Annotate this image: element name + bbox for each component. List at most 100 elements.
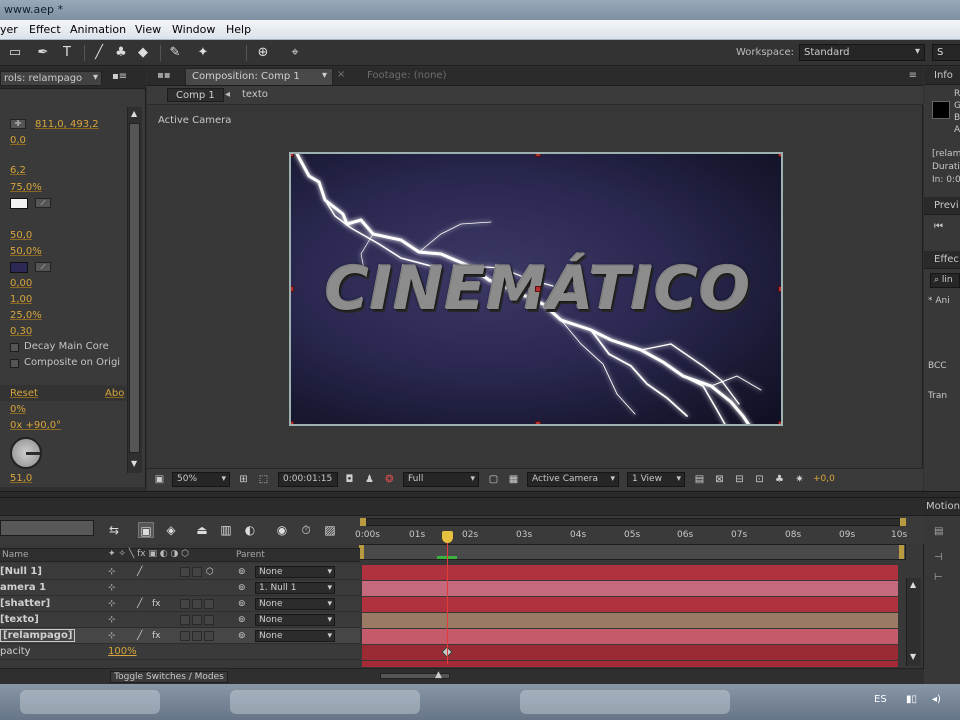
- column-parent[interactable]: Parent: [236, 550, 265, 560]
- switch-box[interactable]: [204, 631, 214, 641]
- effect-controls-scrollbar[interactable]: ▲ ▼: [127, 107, 142, 473]
- flowchart-icon[interactable]: ♣: [773, 473, 786, 486]
- rotation-dial-icon[interactable]: [10, 437, 42, 469]
- preview-tab[interactable]: Previ: [924, 197, 960, 215]
- time-navigator[interactable]: [359, 544, 906, 560]
- comp-flowchart-icon[interactable]: ⊡: [753, 473, 766, 486]
- taskbar-button[interactable]: [20, 690, 160, 714]
- switch-box[interactable]: [204, 615, 214, 625]
- layer-bar[interactable]: [362, 565, 898, 580]
- property-row[interactable]: pacity 100%: [0, 644, 360, 660]
- rotation-value[interactable]: 0x +90,0°: [10, 420, 61, 431]
- distribute-icon[interactable]: ⊢: [934, 572, 943, 583]
- zoom-select[interactable]: 50% ▾: [172, 472, 230, 487]
- layer-bar[interactable]: [362, 629, 898, 644]
- menu-animation[interactable]: Animation: [70, 23, 126, 36]
- decay-checkbox[interactable]: [10, 343, 19, 352]
- pen-tool-icon[interactable]: ✒: [34, 44, 52, 62]
- switch-box[interactable]: [180, 615, 190, 625]
- effects-search-input[interactable]: ⌕ lin: [930, 273, 960, 288]
- camera-tool-icon[interactable]: ▭: [6, 44, 24, 62]
- frame-blending-icon[interactable]: ▥: [218, 522, 234, 538]
- bbox-handle[interactable]: [535, 154, 541, 157]
- property-value[interactable]: 100%: [108, 646, 137, 657]
- bbox-handle[interactable]: [778, 286, 781, 292]
- quality-icon[interactable]: ╱: [137, 599, 142, 609]
- effects-item-animation[interactable]: * Ani: [928, 296, 950, 306]
- lock-icon[interactable]: ▪▪: [157, 70, 171, 81]
- eyedropper-icon[interactable]: ⟋: [35, 198, 51, 208]
- effects-fx-icon[interactable]: fx: [152, 631, 161, 641]
- bottom-value[interactable]: 51,0: [10, 473, 32, 484]
- taskbar-button[interactable]: [230, 690, 420, 714]
- graph-editor-icon[interactable]: ▨: [322, 522, 338, 538]
- effect-value-7[interactable]: 1,00: [10, 294, 32, 305]
- exposure-value[interactable]: +0,0: [813, 474, 835, 484]
- roto-brush-icon[interactable]: ✎: [166, 44, 184, 62]
- camera-select[interactable]: Active Camera ▾: [527, 472, 619, 487]
- quality-icon[interactable]: ╱: [137, 567, 142, 577]
- switch-box[interactable]: [192, 567, 202, 577]
- parent-select[interactable]: None ▾: [255, 598, 335, 610]
- network-icon[interactable]: ▮▯: [906, 694, 917, 705]
- switch-box[interactable]: [180, 631, 190, 641]
- glow-color-swatch[interactable]: [10, 262, 28, 273]
- pick-whip-icon[interactable]: ⊚: [238, 583, 246, 593]
- layer-row[interactable]: amera 1 ⊹ ⊚ 1. Null 1 ▾: [0, 580, 360, 596]
- switch-box[interactable]: [180, 599, 190, 609]
- scroll-up-icon[interactable]: ▲: [910, 580, 916, 589]
- effect-value-3[interactable]: 75,0%: [10, 182, 42, 193]
- panel-menu-icon[interactable]: ▪≡: [112, 71, 127, 82]
- shy-icon[interactable]: ⊹: [108, 631, 116, 641]
- bbox-handle[interactable]: [535, 286, 541, 292]
- layer-row[interactable]: [Null 1] ⊹ ╱ ⬡ ⊚ None ▾: [0, 564, 360, 580]
- menu-effect[interactable]: Effect: [29, 23, 61, 36]
- effect-value-9[interactable]: 0,30: [10, 326, 32, 337]
- mask-visibility-icon[interactable]: ⬚: [257, 473, 270, 486]
- layer-name[interactable]: [relampago]: [0, 629, 76, 642]
- puppet-pin-icon[interactable]: ✦: [194, 44, 212, 62]
- shy-icon[interactable]: ⊹: [108, 615, 116, 625]
- composition-viewer[interactable]: CINEMÁTICO: [289, 152, 783, 426]
- toggle-switches-modes-button[interactable]: Toggle Switches / Modes: [110, 671, 228, 683]
- brainstorm-icon[interactable]: ◉: [274, 522, 290, 538]
- layer-row-selected[interactable]: [relampago] ⊹ ╱ fx ⊚ None ▾: [0, 628, 360, 644]
- show-snapshot-icon[interactable]: ♟: [363, 473, 376, 486]
- shy-icon[interactable]: ⊹: [108, 567, 116, 577]
- color-channel-icon[interactable]: ❂: [383, 473, 396, 486]
- live-update-icon[interactable]: ▣: [138, 522, 154, 538]
- composition-tab[interactable]: Composition: Comp 1 ▾: [185, 68, 333, 85]
- axis-mode-icon[interactable]: ⊕: [254, 44, 272, 62]
- composite-checkbox[interactable]: [10, 359, 19, 368]
- shy-icon[interactable]: ⊹: [108, 599, 116, 609]
- stopwatch-icon[interactable]: ⏱: [298, 522, 314, 538]
- parent-select[interactable]: None ▾: [255, 566, 335, 578]
- parent-select[interactable]: None ▾: [255, 614, 335, 626]
- timeline-search-input[interactable]: [0, 520, 94, 536]
- effects-fx-icon[interactable]: fx: [152, 599, 161, 609]
- playhead-handle-icon[interactable]: [442, 531, 453, 543]
- taskbar-button[interactable]: [520, 690, 730, 714]
- scroll-down-icon[interactable]: ▼: [131, 459, 137, 468]
- zoom-in-icon[interactable]: ▲: [435, 670, 442, 680]
- effect-value-5[interactable]: 50,0%: [10, 246, 42, 257]
- shy-icon[interactable]: ⊹: [108, 583, 116, 593]
- quality-icon[interactable]: ╱: [137, 631, 142, 641]
- exposure-icon[interactable]: ✷: [793, 473, 806, 486]
- menu-window[interactable]: Window: [172, 23, 215, 36]
- switch-box[interactable]: [192, 631, 202, 641]
- effects-presets-tab[interactable]: Effec: [924, 251, 960, 269]
- crosshair-icon[interactable]: ✛: [10, 119, 26, 129]
- layer-name[interactable]: [Null 1]: [0, 566, 42, 577]
- layer-bar[interactable]: [362, 613, 898, 628]
- volume-icon[interactable]: ◂): [932, 694, 941, 705]
- motion-blur-icon[interactable]: ◐: [242, 522, 258, 538]
- workspace-select[interactable]: Standard ▾: [799, 44, 925, 61]
- layer-name[interactable]: amera 1: [0, 582, 46, 593]
- menu-layer[interactable]: yer: [0, 23, 18, 36]
- search-help-input[interactable]: S: [932, 44, 960, 61]
- effect-value-2[interactable]: 6,2: [10, 165, 26, 176]
- layer-bar[interactable]: [362, 661, 898, 667]
- timeline-icon[interactable]: ⊟: [733, 473, 746, 486]
- eyedropper-icon[interactable]: ⟋: [35, 262, 51, 272]
